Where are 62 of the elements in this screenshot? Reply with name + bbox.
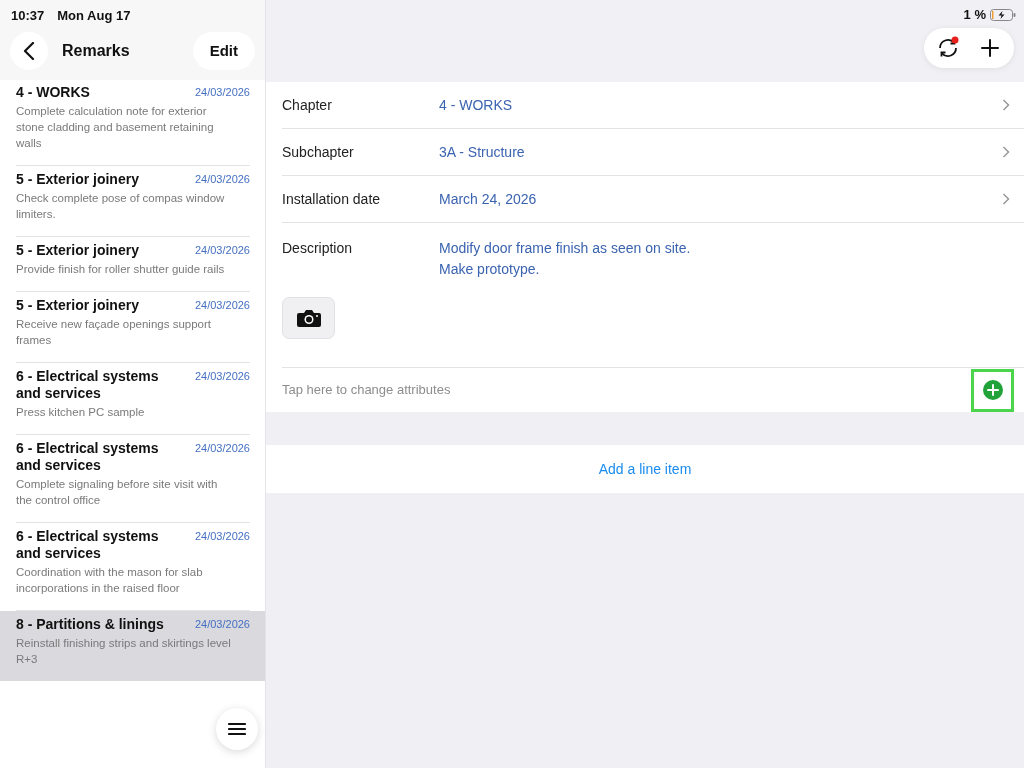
remark-title: 6 - Electrical systems and services bbox=[16, 440, 160, 474]
remark-description: Press kitchen PC sample bbox=[16, 405, 146, 420]
page-title: Remarks bbox=[62, 41, 130, 61]
remark-item[interactable]: 6 - Electrical systems and services 24/03/2026 Complete signaling before site visit with the control office bbox=[0, 435, 265, 523]
remark-description: Complete calculation note for exterior stone cladding and basement retaining walls bbox=[16, 104, 215, 151]
menu-button[interactable] bbox=[216, 708, 258, 750]
status-time: 10:37 Mon Aug 17 bbox=[10, 7, 132, 25]
remark-title: 6 - Electrical systems and services bbox=[16, 368, 160, 402]
camera-button[interactable] bbox=[282, 297, 335, 339]
remark-description: Provide finish for roller shutter guide rails bbox=[16, 262, 226, 277]
field-label: Installation date bbox=[282, 189, 382, 209]
remark-date: 24/03/2026 bbox=[194, 441, 250, 456]
field-label: Description bbox=[282, 239, 354, 258]
form-row[interactable]: Installation date March 24, 2026 bbox=[282, 176, 1024, 223]
remark-description: Complete signaling before site visit with the control office bbox=[16, 477, 219, 508]
add-line-item-link[interactable]: Add a line item bbox=[598, 458, 692, 480]
remark-date: 24/03/2026 bbox=[194, 243, 250, 258]
remark-date: 24/03/2026 bbox=[194, 369, 250, 384]
remark-title: 8 - Partitions & linings bbox=[16, 616, 164, 633]
remark-date: 24/03/2026 bbox=[194, 529, 250, 544]
plus-circle-icon bbox=[982, 380, 1003, 400]
remark-item[interactable]: 8 - Partitions & linings 24/03/2026 Reinstall finishing strips and skirtings level R+3 bbox=[0, 611, 265, 681]
camera-icon bbox=[295, 308, 322, 328]
remark-title: 5 - Exterior joinery bbox=[16, 242, 139, 259]
remark-description: Receive new façade openings support frames bbox=[16, 317, 212, 348]
battery-icon bbox=[990, 8, 1016, 21]
battery-percent: 1 % bbox=[963, 6, 986, 24]
remark-title: 5 - Exterior joinery bbox=[16, 171, 139, 188]
remark-date: 24/03/2026 bbox=[194, 298, 250, 313]
plus-icon bbox=[981, 39, 999, 57]
remark-description: Coordination with the mason for slab incorporations in the raised floor bbox=[16, 565, 204, 596]
remark-item[interactable]: 5 - Exterior joinery 24/03/2026 Provide finish for roller shutter guide rails bbox=[0, 237, 265, 292]
menu-icon bbox=[228, 722, 246, 736]
field-label: Subchapter bbox=[282, 142, 355, 162]
chevron-icon bbox=[1002, 146, 1010, 158]
field-value: 3A - Structure bbox=[439, 142, 526, 162]
remark-date: 24/03/2026 bbox=[194, 85, 250, 100]
remark-description: Reinstall finishing strips and skirtings level R+3 bbox=[16, 636, 231, 667]
remark-title: 5 - Exterior joinery bbox=[16, 297, 139, 314]
form-row[interactable]: Chapter 4 - WORKS bbox=[282, 82, 1024, 129]
chevron-icon bbox=[1002, 99, 1010, 111]
remark-item[interactable]: 5 - Exterior joinery 24/03/2026 Receive new façade openings support frames bbox=[0, 292, 265, 363]
remark-date: 24/03/2026 bbox=[194, 617, 250, 632]
sync-icon bbox=[936, 36, 960, 60]
form-row[interactable]: Subchapter 3A - Structure bbox=[282, 129, 1024, 176]
remark-item[interactable]: 6 - Electrical systems and services 24/03/2026 Press kitchen PC sample bbox=[0, 363, 265, 435]
remark-item[interactable]: 4 - WORKS 24/03/2026 Complete calculation note for exterior stone cladding and basement retaining walls bbox=[0, 80, 265, 166]
field-value: March 24, 2026 bbox=[439, 189, 538, 209]
remark-title: 6 - Electrical systems and services bbox=[16, 528, 160, 562]
description-text: Modify door frame finish as seen on site. bbox=[439, 239, 691, 258]
remark-date: 24/03/2026 bbox=[194, 172, 250, 187]
remark-title: 4 - WORKS bbox=[16, 84, 90, 101]
remark-item[interactable]: 5 - Exterior joinery 24/03/2026 Check complete pose of compas window limiters. bbox=[0, 166, 265, 237]
add-attribute-button[interactable] bbox=[971, 368, 1014, 412]
back-icon bbox=[23, 42, 35, 60]
back-button[interactable] bbox=[10, 32, 48, 70]
edit-button[interactable]: Edit bbox=[192, 32, 255, 70]
field-value: 4 - WORKS bbox=[439, 95, 514, 115]
remark-description: Check complete pose of compas window limiters. bbox=[16, 191, 226, 222]
chevron-icon bbox=[1002, 193, 1010, 205]
field-label: Chapter bbox=[282, 95, 333, 115]
description-text: Make prototype. bbox=[439, 260, 541, 279]
